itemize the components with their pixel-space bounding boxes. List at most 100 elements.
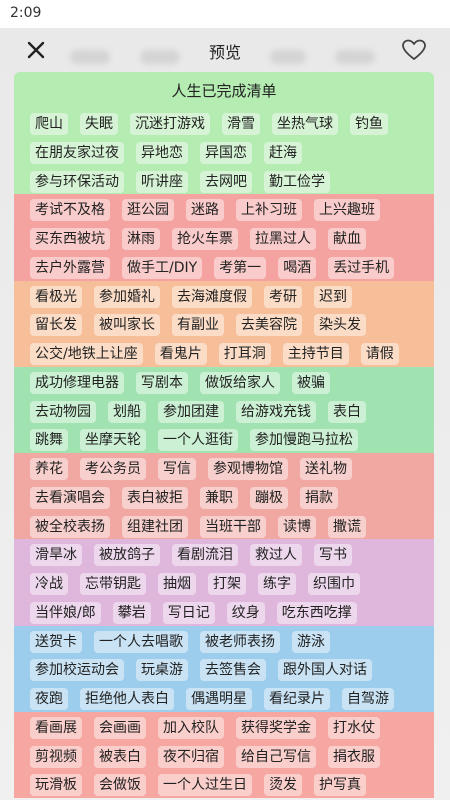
checklist-tag[interactable]: 读博 [278, 515, 316, 538]
checklist-tag[interactable]: 被叫家长 [94, 314, 160, 337]
checklist-tag[interactable]: 参与环保活动 [30, 170, 124, 193]
checklist-tag[interactable]: 有副业 [172, 314, 224, 337]
checklist-tag[interactable]: 表白被拒 [122, 486, 188, 509]
checklist-tag[interactable]: 被放鸽子 [94, 544, 160, 567]
checklist-tag[interactable]: 考第一 [214, 256, 267, 279]
checklist-tag[interactable]: 偶遇明星 [186, 688, 252, 710]
checklist-tag[interactable]: 写信 [158, 458, 196, 480]
checklist-tag[interactable]: 练字 [258, 573, 296, 595]
checklist-tag[interactable]: 看极光 [30, 285, 82, 308]
checklist-tag[interactable]: 去美容院 [236, 314, 302, 337]
checklist-tag[interactable]: 上补习班 [236, 199, 302, 222]
checklist-tag[interactable]: 捐衣服 [328, 745, 380, 768]
checklist-tag[interactable]: 被老师表扬 [200, 630, 280, 653]
checklist-tag[interactable]: 请假 [360, 343, 399, 365]
checklist-tag[interactable]: 买东西被坑 [30, 228, 110, 250]
checklist-tag[interactable]: 蹦极 [250, 486, 288, 509]
checklist-tag[interactable]: 给自己写信 [236, 745, 316, 768]
checklist-tag[interactable]: 异地恋 [136, 141, 188, 164]
checklist-tag[interactable]: 拉黑过人 [250, 228, 316, 250]
favorite-button[interactable] [400, 36, 428, 64]
checklist-tag[interactable]: 一个人逛街 [158, 429, 238, 452]
checklist-tag[interactable]: 抢火车票 [172, 228, 238, 250]
checklist-tag[interactable]: 被表白 [94, 745, 146, 768]
checklist-tag[interactable]: 烫发 [264, 774, 302, 797]
checklist-tag[interactable]: 写日记 [162, 601, 215, 624]
checklist-tag[interactable]: 一个人去唱歌 [94, 630, 188, 653]
checklist-tag[interactable]: 爬山 [30, 113, 68, 135]
checklist-tag[interactable]: 考公务员 [80, 458, 146, 480]
checklist-tag[interactable]: 被骗 [292, 371, 330, 394]
checklist-tag[interactable]: 当班干部 [200, 515, 266, 538]
checklist-tag[interactable]: 撒谎 [328, 515, 366, 538]
checklist-tag[interactable]: 冷战 [30, 573, 68, 595]
checklist-tag[interactable]: 染头发 [314, 314, 366, 337]
checklist-tag[interactable]: 去海滩度假 [172, 285, 252, 308]
checklist-tag[interactable]: 养花 [30, 458, 68, 480]
checklist-tag[interactable]: 打耳洞 [218, 343, 271, 365]
checklist-tag[interactable]: 异国恋 [200, 141, 252, 164]
checklist-tag[interactable]: 获得奖学金 [236, 716, 316, 739]
checklist-tag[interactable]: 主持节目 [282, 343, 349, 365]
checklist-tag[interactable]: 逛公园 [122, 199, 174, 222]
checklist-tag[interactable]: 加入校队 [158, 716, 224, 739]
checklist-tag[interactable]: 被全校表扬 [30, 515, 110, 538]
checklist-tag[interactable]: 夜不归宿 [158, 745, 224, 768]
checklist-tag[interactable]: 参加慢跑马拉松 [250, 429, 358, 452]
checklist-tag[interactable]: 留长发 [30, 314, 82, 337]
checklist-tag[interactable]: 参加校运动会 [30, 659, 124, 682]
checklist-tag[interactable]: 去看演唱会 [30, 486, 110, 509]
checklist-tag[interactable]: 抽烟 [158, 573, 196, 595]
checklist-tag[interactable]: 喝酒 [278, 256, 317, 279]
checklist-tag[interactable]: 救过人 [250, 544, 302, 567]
checklist-tag[interactable]: 参观博物馆 [208, 458, 288, 480]
checklist-tag[interactable]: 在朋友家过夜 [30, 141, 124, 164]
checklist-tag[interactable]: 看画展 [30, 716, 82, 739]
checklist-tag[interactable]: 公交/地铁上让座 [30, 343, 143, 365]
checklist-tag[interactable]: 跳舞 [30, 429, 68, 452]
checklist-tag[interactable]: 会画画 [94, 716, 146, 739]
checklist-tag[interactable]: 做饭给家人 [200, 371, 280, 394]
checklist-tag[interactable]: 兼职 [200, 486, 238, 509]
checklist-tag[interactable]: 成功修理电器 [30, 371, 124, 394]
checklist-tag[interactable]: 参加团建 [158, 400, 224, 423]
checklist-tag[interactable]: 打水仗 [328, 716, 380, 739]
checklist-tag[interactable]: 表白 [328, 400, 366, 423]
checklist-tag[interactable]: 参加婚礼 [94, 285, 160, 308]
checklist-tag[interactable]: 坐热气球 [272, 113, 338, 135]
checklist-tag[interactable]: 看剧流泪 [172, 544, 238, 567]
checklist-tag[interactable]: 织围巾 [308, 573, 360, 595]
checklist-tag[interactable]: 写剧本 [136, 371, 188, 394]
checklist-tag[interactable]: 送贺卡 [30, 630, 82, 653]
checklist-tag[interactable]: 坐摩天轮 [80, 429, 146, 452]
checklist-tag[interactable]: 玩桌游 [136, 659, 188, 682]
checklist-tag[interactable]: 去户外露营 [30, 256, 110, 279]
checklist-tag[interactable]: 丢过手机 [328, 256, 395, 279]
checklist-tag[interactable]: 拒绝他人表白 [80, 688, 174, 710]
checklist-tag[interactable]: 夜跑 [30, 688, 68, 710]
checklist-tag[interactable]: 纹身 [226, 601, 265, 624]
checklist-tag[interactable]: 游泳 [292, 630, 330, 653]
checklist-tag[interactable]: 会做饭 [94, 774, 146, 797]
checklist-tag[interactable]: 护写真 [314, 774, 366, 797]
checklist-tag[interactable]: 考研 [264, 285, 302, 308]
checklist-tag[interactable]: 自驾游 [342, 688, 394, 710]
checklist-tag[interactable]: 迷路 [186, 199, 224, 222]
checklist-tag[interactable]: 攀岩 [112, 601, 151, 624]
checklist-tag[interactable]: 失眠 [80, 113, 118, 135]
checklist-tag[interactable]: 勤工俭学 [264, 170, 330, 193]
checklist-tag[interactable]: 考试不及格 [30, 199, 110, 222]
checklist-tag[interactable]: 送礼物 [300, 458, 352, 480]
checklist-tag[interactable]: 去动物园 [30, 400, 96, 423]
checklist-tag[interactable]: 做手工/DIY [122, 256, 203, 279]
checklist-tag[interactable]: 迟到 [314, 285, 352, 308]
checklist-tag[interactable]: 组建社团 [122, 515, 188, 538]
checklist-tag[interactable]: 剪视频 [30, 745, 82, 768]
checklist-tag[interactable]: 写书 [314, 544, 352, 567]
checklist-tag[interactable]: 沉迷打游戏 [130, 113, 210, 135]
checklist-tag[interactable]: 去网吧 [200, 170, 252, 193]
checklist-tag[interactable]: 听讲座 [136, 170, 188, 193]
checklist-tag[interactable]: 钓鱼 [350, 113, 388, 135]
checklist-tag[interactable]: 捐款 [300, 486, 338, 509]
checklist-tag[interactable]: 跟外国人对话 [278, 659, 372, 682]
